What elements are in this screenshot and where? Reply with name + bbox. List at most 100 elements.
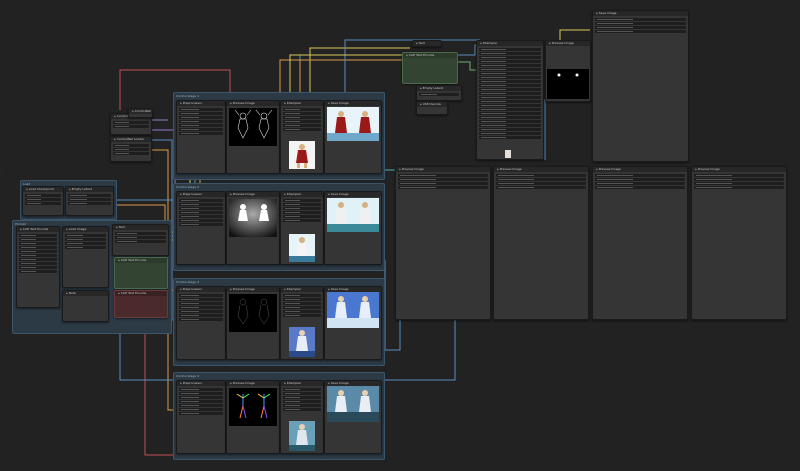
widget[interactable] [479,80,541,83]
widget[interactable] [283,302,321,305]
widget[interactable] [283,116,321,119]
widget[interactable] [179,408,223,411]
clip-text-node[interactable]: CLIP Text Encode [16,226,60,308]
large-preview-node[interactable]: Preview Image [395,166,491,320]
widget[interactable] [179,112,223,115]
widget[interactable] [283,306,321,309]
widget[interactable] [283,199,321,202]
widget[interactable] [179,396,223,399]
widget[interactable] [19,254,57,257]
widget[interactable] [179,392,223,395]
widget[interactable] [595,186,685,189]
mask-preview-node[interactable]: Preview Image [545,40,591,102]
widget[interactable] [595,18,686,21]
widget[interactable] [68,194,111,197]
widget[interactable] [479,136,541,139]
widget[interactable] [19,270,57,273]
widget[interactable] [179,116,223,119]
widget[interactable] [479,76,541,79]
widget[interactable] [179,215,223,218]
widget[interactable] [25,194,61,197]
widget[interactable] [115,240,166,243]
widget[interactable] [179,120,223,123]
widget[interactable] [479,120,541,123]
sampler-main-node[interactable]: KSampler [476,40,544,160]
widget[interactable] [595,26,686,29]
widget[interactable] [65,238,106,241]
widget[interactable] [595,30,686,33]
save-image-node[interactable]: Save Image [324,100,382,174]
widget[interactable] [479,112,541,115]
vae-decode-node[interactable]: VAE Decode [416,101,448,115]
widget[interactable] [179,124,223,127]
widget[interactable] [179,314,223,317]
widget[interactable] [479,52,541,55]
widget[interactable] [694,186,784,189]
widget[interactable] [179,108,223,111]
widget[interactable] [283,128,321,131]
widget[interactable] [179,294,223,297]
widget[interactable] [398,182,488,185]
widget[interactable] [479,124,541,127]
preprocessor-node[interactable]: Preprocessor [176,100,226,174]
widget[interactable] [113,125,149,128]
widget[interactable] [479,88,541,91]
widget[interactable] [283,120,321,123]
widget[interactable] [595,182,685,185]
widget[interactable] [179,412,223,415]
sampler-node[interactable]: KSampler [280,100,324,174]
widget[interactable] [283,112,321,115]
positive-prompt-node[interactable]: CLIP Text Encode [114,257,168,289]
load-image-node[interactable]: Load Image [62,226,109,288]
widget[interactable] [115,232,166,235]
widget[interactable] [179,306,223,309]
widget[interactable] [283,108,321,111]
widget[interactable] [479,68,541,71]
widget[interactable] [179,199,223,202]
widget[interactable] [595,178,685,181]
empty-latent-node[interactable]: Empty Latent [65,186,114,216]
prompt-node[interactable]: CLIP Text Encode [402,52,458,84]
large-preview-node[interactable]: Preview Image [691,166,787,320]
node-graph-canvas[interactable]: ... .. . Control stage 1 Control stage 2… [0,0,800,471]
widget[interactable] [479,48,541,51]
widget[interactable] [19,262,57,265]
save-image-node[interactable]: Save Image [324,191,382,265]
widget[interactable] [479,96,541,99]
widget[interactable] [283,207,321,210]
widget[interactable] [283,219,321,222]
widget[interactable] [179,132,223,135]
preview-node[interactable]: Preview Image [226,100,280,174]
widget[interactable] [68,198,111,201]
widget[interactable] [496,178,586,181]
preprocessor-node[interactable]: Preprocessor [176,380,226,454]
widget[interactable] [179,219,223,222]
widget[interactable] [19,238,57,241]
widget[interactable] [283,388,321,391]
widget[interactable] [65,242,106,245]
widget[interactable] [179,318,223,321]
sampler-node[interactable]: KSampler [280,380,324,454]
widget[interactable] [179,203,223,206]
widget[interactable] [25,202,61,205]
widget[interactable] [179,388,223,391]
widget[interactable] [419,93,459,96]
widget[interactable] [113,152,149,155]
widget[interactable] [595,174,685,177]
widget[interactable] [479,60,541,63]
checkpoint-node[interactable]: Load Checkpoint [22,186,64,216]
widget[interactable] [65,234,106,237]
widget[interactable] [283,294,321,297]
widget[interactable] [479,64,541,67]
widget[interactable] [283,215,321,218]
large-preview-node[interactable]: Preview Image [493,166,589,320]
sampler-node[interactable]: KSampler [280,191,324,265]
widget[interactable] [179,302,223,305]
controlnet-loader-node[interactable]: ControlNet Loader [128,108,153,118]
save-image-main-node[interactable]: Save Image [592,10,689,162]
sampler-node[interactable]: KSampler [280,286,324,360]
widget[interactable] [113,144,149,147]
preprocessor-node[interactable]: Preprocessor [176,286,226,360]
widget[interactable] [283,400,321,403]
empty-latent-node[interactable]: Empty Latent [416,85,462,101]
